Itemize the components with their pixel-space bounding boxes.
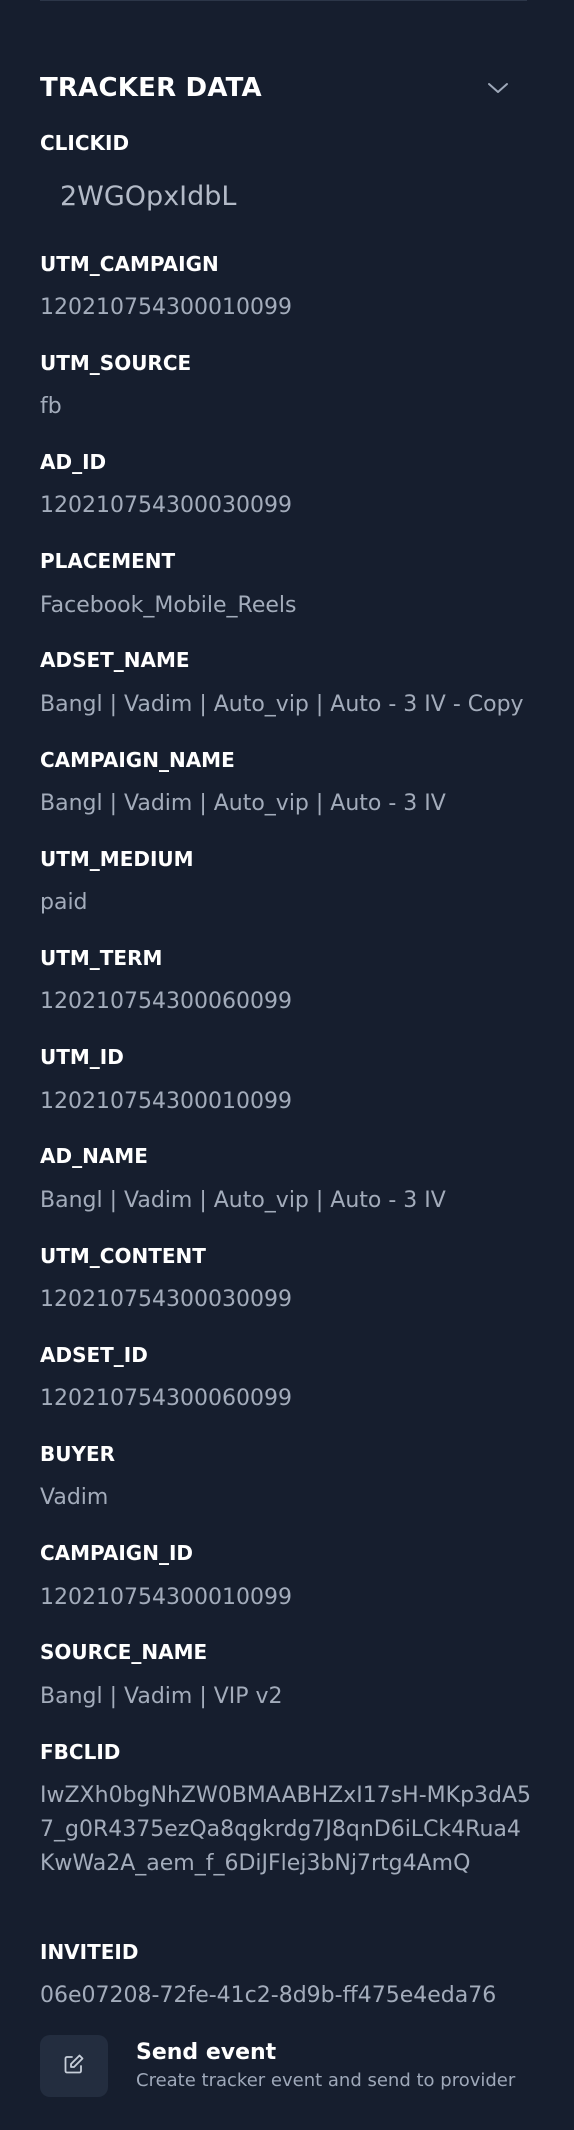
send-event-button[interactable]: Send event Create tracker event and send… bbox=[40, 2034, 540, 2098]
chevron-down-icon[interactable] bbox=[486, 76, 510, 100]
field-value-source-name: Bangl | Vadim | VIP v2 bbox=[40, 1684, 283, 1709]
send-event-subtitle: Create tracker event and send to provide… bbox=[136, 2070, 516, 2091]
field-label-ad-name: AD_NAME bbox=[40, 1144, 148, 1168]
field-label-buyer: BUYER bbox=[40, 1442, 116, 1466]
field-label-inviteid: INVITEID bbox=[40, 1940, 139, 1964]
field-value-utm-campaign: 120210754300010099 bbox=[40, 295, 292, 320]
section-title: TRACKER DATA bbox=[40, 73, 262, 103]
field-value-utm-source: fb bbox=[40, 394, 62, 419]
field-label-campaign-name: CAMPAIGN_NAME bbox=[40, 748, 235, 772]
tracker-data-header[interactable]: TRACKER DATA bbox=[40, 64, 510, 112]
field-value-fbclid: IwZXh0bgNhZW0BMAABHZxI17sH-MKp3dA57_g0R4… bbox=[40, 1783, 532, 1876]
field-value-utm-id: 120210754300010099 bbox=[40, 1089, 292, 1114]
field-value-utm-medium: paid bbox=[40, 890, 88, 915]
send-event-title: Send event bbox=[136, 2040, 277, 2065]
field-value-adset-name: Bangl | Vadim | Auto_vip | Auto - 3 IV -… bbox=[40, 692, 524, 717]
field-value-clickid[interactable]: 2WGOpxIdbL bbox=[60, 180, 236, 214]
field-label-source-name: SOURCE_NAME bbox=[40, 1640, 208, 1664]
field-label-utm-medium: UTM_MEDIUM bbox=[40, 847, 194, 871]
field-label-utm-campaign: UTM_CAMPAIGN bbox=[40, 252, 219, 276]
top-divider bbox=[40, 0, 527, 1]
field-value-ad-id: 120210754300030099 bbox=[40, 493, 292, 518]
field-label-clickid: CLICKID bbox=[40, 131, 130, 155]
field-value-utm-term: 120210754300060099 bbox=[40, 989, 292, 1014]
field-value-utm-content: 120210754300030099 bbox=[40, 1287, 292, 1312]
field-label-utm-source: UTM_SOURCE bbox=[40, 351, 192, 375]
field-label-utm-term: UTM_TERM bbox=[40, 946, 163, 970]
send-event-icon-box[interactable] bbox=[40, 2035, 108, 2097]
field-value-campaign-id: 120210754300010099 bbox=[40, 1585, 292, 1610]
field-value-placement: Facebook_Mobile_Reels bbox=[40, 593, 297, 618]
field-value-campaign-name: Bangl | Vadim | Auto_vip | Auto - 3 IV bbox=[40, 791, 446, 816]
field-label-utm-id: UTM_ID bbox=[40, 1045, 124, 1069]
field-label-adset-name: ADSET_NAME bbox=[40, 648, 190, 672]
field-value-inviteid: 06e07208-72fe-41c2-8d9b-ff475e4eda76 bbox=[40, 1983, 497, 2008]
field-label-campaign-id: CAMPAIGN_ID bbox=[40, 1541, 193, 1565]
field-value-adset-id: 120210754300060099 bbox=[40, 1386, 292, 1411]
field-label-utm-content: UTM_CONTENT bbox=[40, 1244, 206, 1268]
field-label-ad-id: AD_ID bbox=[40, 450, 107, 474]
edit-icon bbox=[63, 2053, 85, 2079]
field-value-ad-name: Bangl | Vadim | Auto_vip | Auto - 3 IV bbox=[40, 1188, 446, 1213]
field-label-fbclid: FBCLID bbox=[40, 1740, 121, 1764]
field-value-buyer: Vadim bbox=[40, 1485, 109, 1510]
field-label-placement: PLACEMENT bbox=[40, 549, 176, 573]
field-label-adset-id: ADSET_ID bbox=[40, 1343, 148, 1367]
